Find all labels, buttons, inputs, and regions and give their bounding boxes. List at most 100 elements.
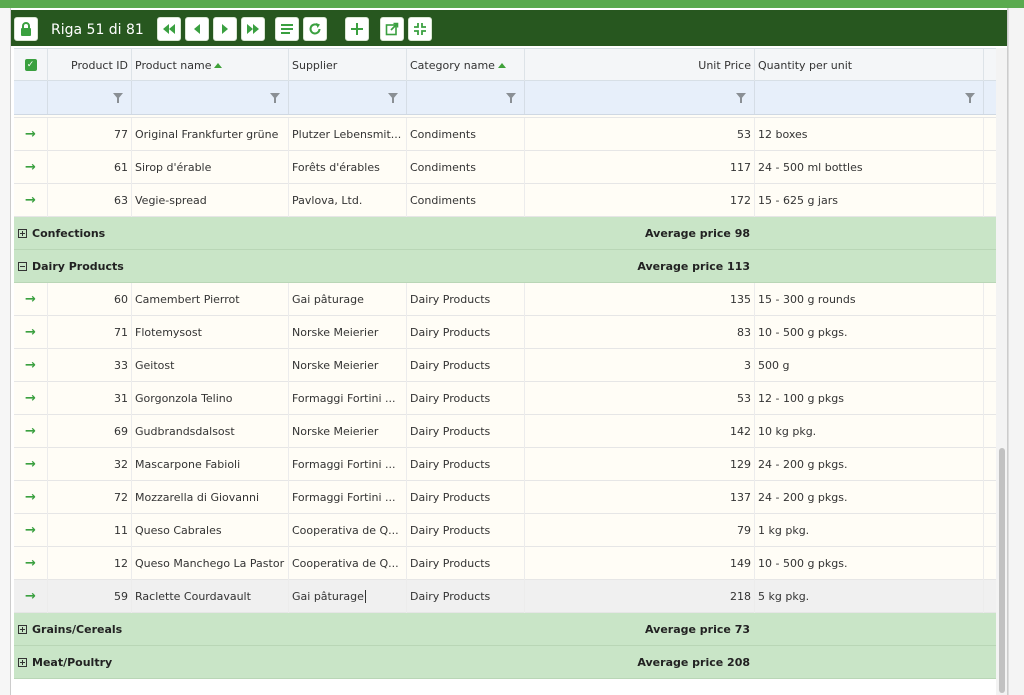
column-header-category[interactable]: Category name bbox=[407, 49, 525, 81]
cell-supplier: Pavlova, Ltd. bbox=[289, 184, 407, 217]
table-row[interactable]: → 63 Vegie-spread Pavlova, Ltd. Condimen… bbox=[14, 184, 997, 217]
cell-quantity: 10 - 500 g pkgs. bbox=[755, 547, 984, 580]
open-record-arrow-icon[interactable]: → bbox=[25, 391, 36, 406]
column-header-supplier[interactable]: Supplier bbox=[289, 49, 407, 81]
cell-product-name: Flotemysost bbox=[132, 316, 289, 349]
next-record-button[interactable] bbox=[213, 17, 237, 41]
vertical-scrollbar[interactable] bbox=[996, 48, 1007, 695]
table-row[interactable]: → 72 Mozzarella di Giovanni Formaggi For… bbox=[14, 481, 997, 514]
cell-category: Dairy Products bbox=[407, 448, 525, 481]
open-record-arrow-icon[interactable]: → bbox=[25, 127, 36, 142]
column-header-quantity[interactable]: Quantity per unit bbox=[755, 49, 984, 81]
cell-supplier-editing[interactable]: Gai pâturage bbox=[289, 580, 407, 613]
filter-icon[interactable] bbox=[736, 93, 746, 103]
list-icon bbox=[280, 22, 294, 36]
refresh-icon bbox=[308, 22, 322, 36]
column-header-unit-price[interactable]: Unit Price bbox=[525, 49, 755, 81]
open-record-arrow-icon[interactable]: → bbox=[25, 193, 36, 208]
open-external-button[interactable] bbox=[380, 17, 404, 41]
expand-plus-icon[interactable] bbox=[18, 625, 27, 634]
table-row[interactable]: → 11 Queso Cabrales Cooperativa de Q... … bbox=[14, 514, 997, 547]
first-record-button[interactable] bbox=[157, 17, 181, 41]
open-record-arrow-icon[interactable]: → bbox=[25, 424, 36, 439]
open-record-arrow-icon[interactable]: → bbox=[25, 523, 36, 538]
filter-unit-price[interactable] bbox=[525, 81, 755, 114]
filter-icon[interactable] bbox=[506, 93, 516, 103]
filter-supplier[interactable] bbox=[289, 81, 407, 114]
filter-category[interactable] bbox=[407, 81, 525, 114]
cell-unit-price: 149 bbox=[525, 547, 755, 580]
open-record-arrow-icon[interactable]: → bbox=[25, 358, 36, 373]
table-row[interactable]: → 69 Gudbrandsdalsost Norske Meierier Da… bbox=[14, 415, 997, 448]
column-label: Unit Price bbox=[698, 58, 751, 72]
column-header-product-id[interactable]: Product ID bbox=[48, 49, 132, 81]
table-row[interactable]: → 61 Sirop d'érable Forêts d'érables Con… bbox=[14, 151, 997, 184]
group-average: Average price 73 bbox=[645, 623, 750, 636]
table-row[interactable]: → 71 Flotemysost Norske Meierier Dairy P… bbox=[14, 316, 997, 349]
select-all-checkbox[interactable]: ✓ bbox=[14, 49, 48, 81]
cell-supplier: Cooperativa de Q... bbox=[289, 514, 407, 547]
table-row[interactable]: → 12 Queso Manchego La Pastor Cooperativ… bbox=[14, 547, 997, 580]
expand-plus-icon[interactable] bbox=[18, 229, 27, 238]
refresh-button[interactable] bbox=[303, 17, 327, 41]
open-record-arrow-icon[interactable]: → bbox=[25, 160, 36, 175]
cell-unit-price: 129 bbox=[525, 448, 755, 481]
filter-icon[interactable] bbox=[388, 93, 398, 103]
group-row-confections[interactable]: Confections Average price 98 bbox=[14, 217, 997, 250]
filter-quantity[interactable] bbox=[755, 81, 984, 114]
cell-unit-price: 137 bbox=[525, 481, 755, 514]
group-average: Average price 98 bbox=[645, 227, 750, 240]
table-row[interactable]: → 32 Mascarpone Fabioli Formaggi Fortini… bbox=[14, 448, 997, 481]
cell-product-name: Sirop d'érable bbox=[132, 151, 289, 184]
cell-supplier: Plutzer Lebensmit... bbox=[289, 118, 407, 151]
open-record-arrow-icon[interactable]: → bbox=[25, 292, 36, 307]
cell-quantity: 24 - 500 ml bottles bbox=[755, 151, 984, 184]
cell-supplier: Gai pâturage bbox=[289, 283, 407, 316]
table-row[interactable]: → 60 Camembert Pierrot Gai pâturage Dair… bbox=[14, 283, 997, 316]
group-name: Confections bbox=[32, 227, 106, 240]
expand-plus-icon[interactable] bbox=[18, 658, 27, 667]
filter-icon[interactable] bbox=[113, 93, 123, 103]
cell-supplier: Norske Meierier bbox=[289, 415, 407, 448]
list-view-button[interactable] bbox=[275, 17, 299, 41]
table-row[interactable]: → 31 Gorgonzola Telino Formaggi Fortini … bbox=[14, 382, 997, 415]
group-row-meat-poultry[interactable]: Meat/Poultry Average price 208 bbox=[14, 646, 997, 679]
column-header-product-name[interactable]: Product name bbox=[132, 49, 289, 81]
table-row[interactable]: → 77 Original Frankfurter grüne Plutzer … bbox=[14, 118, 997, 151]
filter-product-id[interactable] bbox=[48, 81, 132, 114]
group-row-grains-cereals[interactable]: Grains/Cereals Average price 73 bbox=[14, 613, 997, 646]
filter-icon[interactable] bbox=[270, 93, 280, 103]
cell-product-id: 69 bbox=[48, 415, 132, 448]
grid-header: ✓ Product ID Product name Supplier Categ… bbox=[14, 48, 997, 81]
cell-unit-price: 135 bbox=[525, 283, 755, 316]
open-record-arrow-icon[interactable]: → bbox=[25, 457, 36, 472]
last-record-button[interactable] bbox=[241, 17, 265, 41]
collapse-view-button[interactable] bbox=[408, 17, 432, 41]
table-row[interactable]: → 33 Geitost Norske Meierier Dairy Produ… bbox=[14, 349, 997, 382]
cell-category: Dairy Products bbox=[407, 547, 525, 580]
collapse-minus-icon[interactable] bbox=[18, 262, 27, 271]
cell-supplier: Formaggi Fortini ... bbox=[289, 382, 407, 415]
cell-product-name: Mozzarella di Giovanni bbox=[132, 481, 289, 514]
scrollbar-thumb[interactable] bbox=[999, 448, 1005, 693]
cell-unit-price: 53 bbox=[525, 118, 755, 151]
cell-product-name: Camembert Pierrot bbox=[132, 283, 289, 316]
cell-unit-price: 79 bbox=[525, 514, 755, 547]
navigation-toolbar: Riga 51 di 81 bbox=[11, 10, 1007, 46]
filter-icon[interactable] bbox=[965, 93, 975, 103]
last-record-icon bbox=[247, 24, 259, 34]
group-row-dairy-products[interactable]: Dairy Products Average price 113 bbox=[14, 250, 997, 283]
cell-product-name: Gorgonzola Telino bbox=[132, 382, 289, 415]
open-record-arrow-icon[interactable]: → bbox=[25, 490, 36, 505]
next-record-icon bbox=[221, 24, 229, 34]
table-row-selected[interactable]: → 59 Raclette Courdavault Gai pâturage D… bbox=[14, 580, 997, 613]
filter-product-name[interactable] bbox=[132, 81, 289, 114]
cell-quantity: 15 - 625 g jars bbox=[755, 184, 984, 217]
open-record-arrow-icon[interactable]: → bbox=[25, 589, 36, 604]
open-record-arrow-icon[interactable]: → bbox=[25, 556, 36, 571]
open-record-arrow-icon[interactable]: → bbox=[25, 325, 36, 340]
cell-quantity: 1 kg pkg. bbox=[755, 514, 984, 547]
previous-record-button[interactable] bbox=[185, 17, 209, 41]
add-record-button[interactable] bbox=[345, 17, 369, 41]
lock-icon[interactable] bbox=[14, 17, 38, 41]
